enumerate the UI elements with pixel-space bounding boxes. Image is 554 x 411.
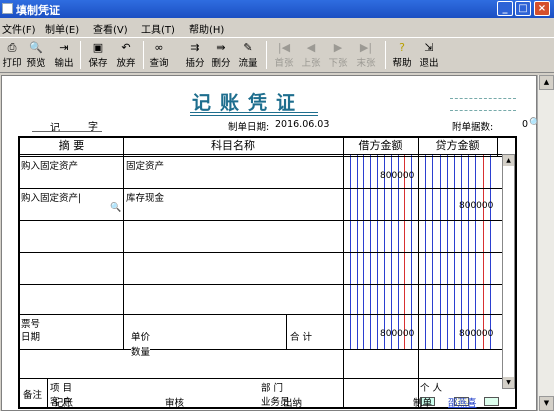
help-button[interactable]: ? 帮助 [391, 40, 413, 70]
voucher-title: 记账凭证 [192, 92, 305, 114]
department-label: 部 门 [261, 383, 284, 394]
prev-voucher-button[interactable]: ◀ 上张 [300, 40, 322, 70]
chart-icon[interactable] [484, 397, 499, 406]
debit-header: 借方金额 [358, 139, 403, 152]
query-button[interactable]: ∞ 查询 [148, 40, 170, 70]
window-scroll-up-icon[interactable]: ▲ [539, 75, 554, 90]
maximize-button[interactable]: □ [515, 1, 531, 16]
person-label: 个 人 [420, 383, 443, 394]
cashier-label: 出纳 [283, 398, 303, 409]
minimize-button[interactable]: _ [497, 1, 513, 16]
insert-row-icon: ⇉ [190, 41, 200, 54]
total-credit: 800000 [459, 329, 494, 339]
date-label: 制单日期: [228, 122, 270, 133]
export-icon: ⇥ [59, 41, 69, 54]
voucher-date[interactable]: 2016.06.03 [275, 119, 329, 130]
export-button[interactable]: ⇥ 输出 [53, 40, 75, 70]
prev-icon: ◀ [306, 41, 316, 54]
quantity-label: 数量 [131, 344, 151, 358]
exit-button[interactable]: ⇲ 退出 [418, 40, 440, 70]
preview-button[interactable]: 🔍 预览 [25, 40, 47, 70]
exit-icon: ⇲ [424, 41, 434, 54]
row-1-summary[interactable]: 购入固定资产 [21, 158, 78, 172]
total-debit: 800000 [380, 329, 415, 339]
first-voucher-button[interactable]: |◀ 首张 [273, 40, 295, 70]
menu-file[interactable]: 文件(F) [2, 21, 36, 36]
next-voucher-button[interactable]: ▶ 下张 [327, 40, 349, 70]
undo-icon: ↶ [121, 41, 131, 54]
project-label: 项 目 [50, 383, 73, 394]
preview-icon: 🔍 [29, 41, 43, 54]
remark-label: 备注 [23, 390, 43, 401]
discard-button[interactable]: ↶ 放弃 [115, 40, 137, 70]
delete-row-icon: ⇛ [216, 41, 226, 54]
scroll-up-icon[interactable]: ▲ [503, 155, 514, 166]
cashflow-button[interactable]: ✎ 流量 [237, 40, 259, 70]
window-title: 填制凭证 [16, 4, 60, 17]
voucher-canvas: 记账凭证 记 字 制单日期: 2016.06.03 附单据数: 0 🔍 摘 要 … [1, 75, 541, 411]
row-2-account[interactable]: 库存现金 [126, 190, 164, 204]
attachments-label: 附单据数: [452, 122, 494, 133]
credit-header: 贷方金额 [435, 139, 480, 152]
menu-help[interactable]: 帮助(H) [189, 21, 224, 36]
save-icon: ▣ [92, 41, 104, 54]
maker-name: 邵燕喜 [448, 398, 477, 409]
row-2-credit[interactable]: 800000 [459, 201, 493, 211]
row-2-summary[interactable]: 购入固定资产| [21, 190, 81, 204]
last-voucher-button[interactable]: ▶| 末张 [355, 40, 377, 70]
print-button[interactable]: ⎙ 打印 [1, 40, 23, 70]
account-header: 科目名称 [211, 139, 255, 152]
row-2-lookup-icon[interactable]: 🔍 [110, 203, 121, 213]
scroll-down-icon[interactable]: ▼ [503, 377, 514, 388]
auditor-label: 审核 [165, 398, 185, 409]
bookkeeper-label: 记账 [54, 398, 74, 409]
menu-voucher[interactable]: 制单(E) [45, 21, 79, 36]
title-bar: 填制凭证 _ □ × [0, 0, 554, 18]
save-button[interactable]: ▣ 保存 [87, 40, 109, 70]
summary-header: 摘 要 [58, 139, 85, 152]
delete-entry-button[interactable]: ⇛ 删分 [210, 40, 232, 70]
binoculars-icon: ∞ [154, 41, 164, 54]
cashflow-icon: ✎ [243, 41, 253, 54]
window-scroll-down-icon[interactable]: ▼ [539, 396, 554, 411]
footer-date-label: 日期 [21, 332, 41, 343]
insert-entry-button[interactable]: ⇉ 插分 [184, 40, 206, 70]
first-icon: |◀ [277, 41, 291, 54]
help-icon: ? [399, 41, 405, 54]
print-icon: ⎙ [7, 41, 17, 54]
menu-bar: 文件(F) 制单(E) 查看(V) 工具(T) 帮助(H) [0, 19, 554, 36]
attachments-count[interactable]: 0 [522, 119, 528, 130]
total-label: 合 计 [290, 332, 313, 343]
table-scrollbar[interactable]: ▲ ▼ [502, 154, 515, 389]
close-button[interactable]: × [534, 1, 550, 16]
row-1-debit[interactable]: 800000 [380, 171, 414, 181]
ticket-no-label: 票号 [21, 319, 41, 330]
amount-rules [350, 154, 491, 349]
maker-label: 制单 [413, 398, 433, 409]
app-icon [2, 3, 13, 14]
last-icon: ▶| [359, 41, 373, 54]
next-icon: ▶ [333, 41, 343, 54]
toolbar: ⎙ 打印 🔍 预览 ⇥ 输出 ▣ 保存 ↶ 放弃 ∞ 查询 ⇉ 插分 ⇛ 删分 ✎ 流量 |◀ 首张… [0, 37, 554, 73]
unit-price-label: 单价 [131, 332, 151, 343]
row-1-account[interactable]: 固定资产 [126, 158, 164, 172]
window-scrollbar[interactable]: ▲ ▼ [537, 75, 554, 411]
menu-tools[interactable]: 工具(T) [141, 21, 175, 36]
menu-view[interactable]: 查看(V) [93, 21, 128, 36]
voucher-table: 摘 要 科目名称 借方金额 贷方金额 购入固定资产 固定资产 800000 购入… [18, 136, 517, 409]
